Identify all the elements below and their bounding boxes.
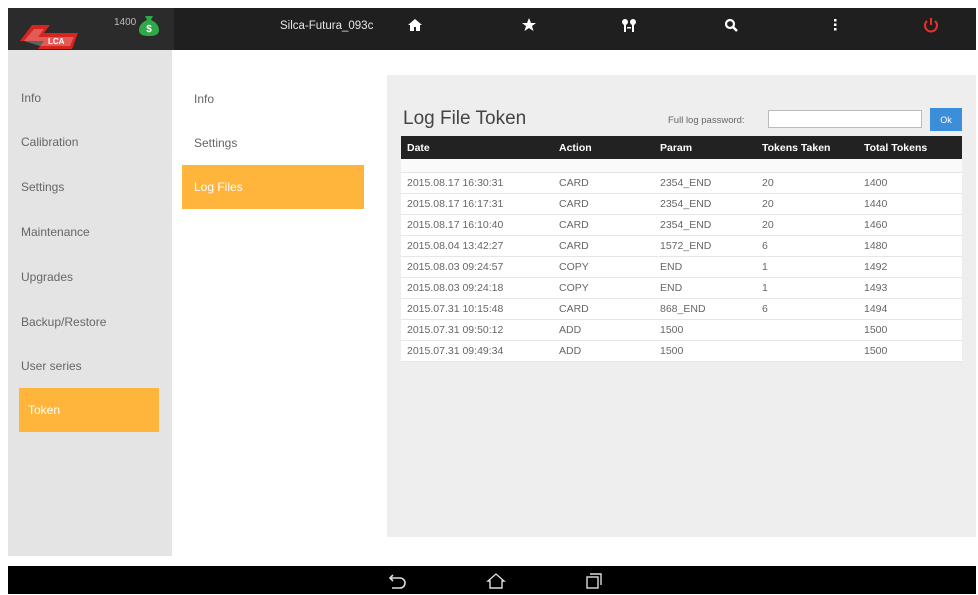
- password-label: Full log password:: [668, 115, 745, 126]
- cell-action: CARD: [559, 198, 589, 210]
- svg-text:LCA: LCA: [48, 37, 65, 46]
- home-nav-icon[interactable]: [485, 572, 507, 590]
- table-header: Date Action Param Tokens Taken Total Tok…: [401, 136, 962, 159]
- power-icon[interactable]: [916, 13, 946, 37]
- cell-total-tokens: 1400: [864, 177, 888, 189]
- column-header-tokens-taken: Tokens Taken: [762, 142, 831, 154]
- cell-param: 2354_END: [660, 177, 712, 189]
- money-bag-icon: $: [139, 16, 159, 36]
- sub-menu-item-label: Settings: [194, 136, 238, 150]
- search-icon[interactable]: [716, 13, 746, 37]
- left-menu-item-settings[interactable]: Settings: [12, 165, 152, 209]
- recents-icon[interactable]: [582, 572, 604, 590]
- left-menu-item-label: Calibration: [21, 135, 79, 149]
- column-header-param: Param: [660, 142, 693, 154]
- left-menu-item-label: Maintenance: [21, 225, 90, 239]
- cell-total-tokens: 1500: [864, 345, 888, 357]
- column-header-date: Date: [407, 142, 430, 154]
- cell-total-tokens: 1492: [864, 261, 888, 273]
- table-row[interactable]: 2015.08.17 16:10:40 CARD 2354_END 20 1460: [401, 215, 962, 236]
- cell-action: ADD: [559, 324, 582, 336]
- star-icon[interactable]: [514, 13, 544, 37]
- token-count: 1400: [114, 17, 137, 28]
- left-menu-item-upgrades[interactable]: Upgrades: [12, 255, 152, 299]
- sub-menu-item-label: Info: [194, 92, 215, 106]
- column-header-action: Action: [559, 142, 592, 154]
- cell-action: CARD: [559, 219, 589, 231]
- cell-param: 1500: [660, 345, 684, 357]
- cell-action: CARD: [559, 240, 589, 252]
- cell-date: 2015.08.03 09:24:18: [407, 282, 504, 294]
- cell-date: 2015.08.17 16:30:31: [407, 177, 504, 189]
- ok-button[interactable]: Ok: [930, 108, 962, 131]
- cell-param: 1500: [660, 324, 684, 336]
- table-row[interactable]: 2015.08.17 16:30:31 CARD 2354_END 20 1400: [401, 173, 962, 194]
- sub-menu-item-info[interactable]: Info: [182, 77, 364, 121]
- keys-icon[interactable]: [614, 13, 644, 37]
- left-menu-item-label: Backup/Restore: [21, 315, 107, 329]
- cell-action: ADD: [559, 345, 582, 357]
- table-row[interactable]: 2015.08.03 09:24:57 COPY END 1 1492: [401, 257, 962, 278]
- cell-tokens-taken: 20: [762, 177, 774, 189]
- device-name: Silca-Futura_093c: [280, 20, 374, 32]
- table-row[interactable]: 2015.07.31 10:15:48 CARD 868_END 6 1494: [401, 299, 962, 320]
- cell-param: 1572_END: [660, 240, 712, 252]
- more-icon[interactable]: [820, 13, 850, 37]
- cell-tokens-taken: 1: [762, 261, 768, 273]
- left-menu-item-label: Info: [21, 91, 42, 105]
- table-row[interactable]: 2015.08.17 16:17:31 CARD 2354_END 20 1440: [401, 194, 962, 215]
- cell-date: 2015.08.17 16:10:40: [407, 219, 504, 231]
- left-menu-item-label: Upgrades: [21, 270, 74, 284]
- cell-total-tokens: 1440: [864, 198, 888, 210]
- cell-action: CARD: [559, 303, 589, 315]
- left-menu-item-label: User series: [21, 359, 82, 373]
- cell-tokens-taken: 1: [762, 282, 768, 294]
- cell-tokens-taken: 6: [762, 303, 768, 315]
- left-menu-item-info[interactable]: Info: [12, 76, 152, 120]
- cell-action: CARD: [559, 177, 589, 189]
- left-menu-item-backup-restore[interactable]: Backup/Restore: [12, 300, 152, 344]
- left-menu-item-maintenance[interactable]: Maintenance: [12, 210, 152, 254]
- cell-param: END: [660, 261, 683, 273]
- cell-param: 2354_END: [660, 219, 712, 231]
- table-row[interactable]: 2015.08.03 09:24:18 COPY END 1 1493: [401, 278, 962, 299]
- back-icon[interactable]: [384, 572, 406, 590]
- table-row[interactable]: 2015.07.31 09:49:34 ADD 1500 1500: [401, 341, 962, 362]
- cell-tokens-taken: 20: [762, 219, 774, 231]
- cell-date: 2015.08.03 09:24:57: [407, 261, 504, 273]
- panel-title: Log File Token: [403, 108, 527, 129]
- cell-date: 2015.07.31 09:49:34: [407, 345, 504, 357]
- table-row[interactable]: 2015.08.04 13:42:27 CARD 1572_END 6 1480: [401, 236, 962, 257]
- cell-param: 868_END: [660, 303, 706, 315]
- sub-menu-item-label: Log Files: [194, 180, 243, 194]
- home-icon[interactable]: [400, 13, 430, 37]
- cell-tokens-taken: 6: [762, 240, 768, 252]
- left-menu-item-user-series[interactable]: User series: [12, 344, 152, 388]
- left-menu-item-calibration[interactable]: Calibration: [12, 120, 152, 164]
- cell-date: 2015.07.31 09:50:12: [407, 324, 504, 336]
- sub-menu-item-settings[interactable]: Settings: [182, 121, 364, 165]
- cell-total-tokens: 1480: [864, 240, 888, 252]
- cell-total-tokens: 1500: [864, 324, 888, 336]
- svg-text:$: $: [146, 24, 152, 35]
- cell-param: 2354_END: [660, 198, 712, 210]
- cell-total-tokens: 1493: [864, 282, 888, 294]
- cell-param: END: [660, 282, 683, 294]
- table-row[interactable]: 2015.07.31 09:50:12 ADD 1500 1500: [401, 320, 962, 341]
- cell-action: COPY: [559, 282, 589, 294]
- table-spacer-row: [401, 159, 962, 173]
- cell-date: 2015.08.04 13:42:27: [407, 240, 504, 252]
- sub-menu-item-log-files[interactable]: Log Files: [182, 165, 364, 209]
- cell-date: 2015.07.31 10:15:48: [407, 303, 504, 315]
- left-menu-item-label: Token: [28, 403, 61, 417]
- cell-action: COPY: [559, 261, 589, 273]
- left-menu-item-token[interactable]: Token: [19, 388, 159, 432]
- cell-tokens-taken: 20: [762, 198, 774, 210]
- left-menu-item-label: Settings: [21, 180, 65, 194]
- column-header-total-tokens: Total Tokens: [864, 142, 928, 154]
- cell-date: 2015.08.17 16:17:31: [407, 198, 504, 210]
- cell-total-tokens: 1460: [864, 219, 888, 231]
- cell-total-tokens: 1494: [864, 303, 888, 315]
- password-input[interactable]: [768, 110, 922, 128]
